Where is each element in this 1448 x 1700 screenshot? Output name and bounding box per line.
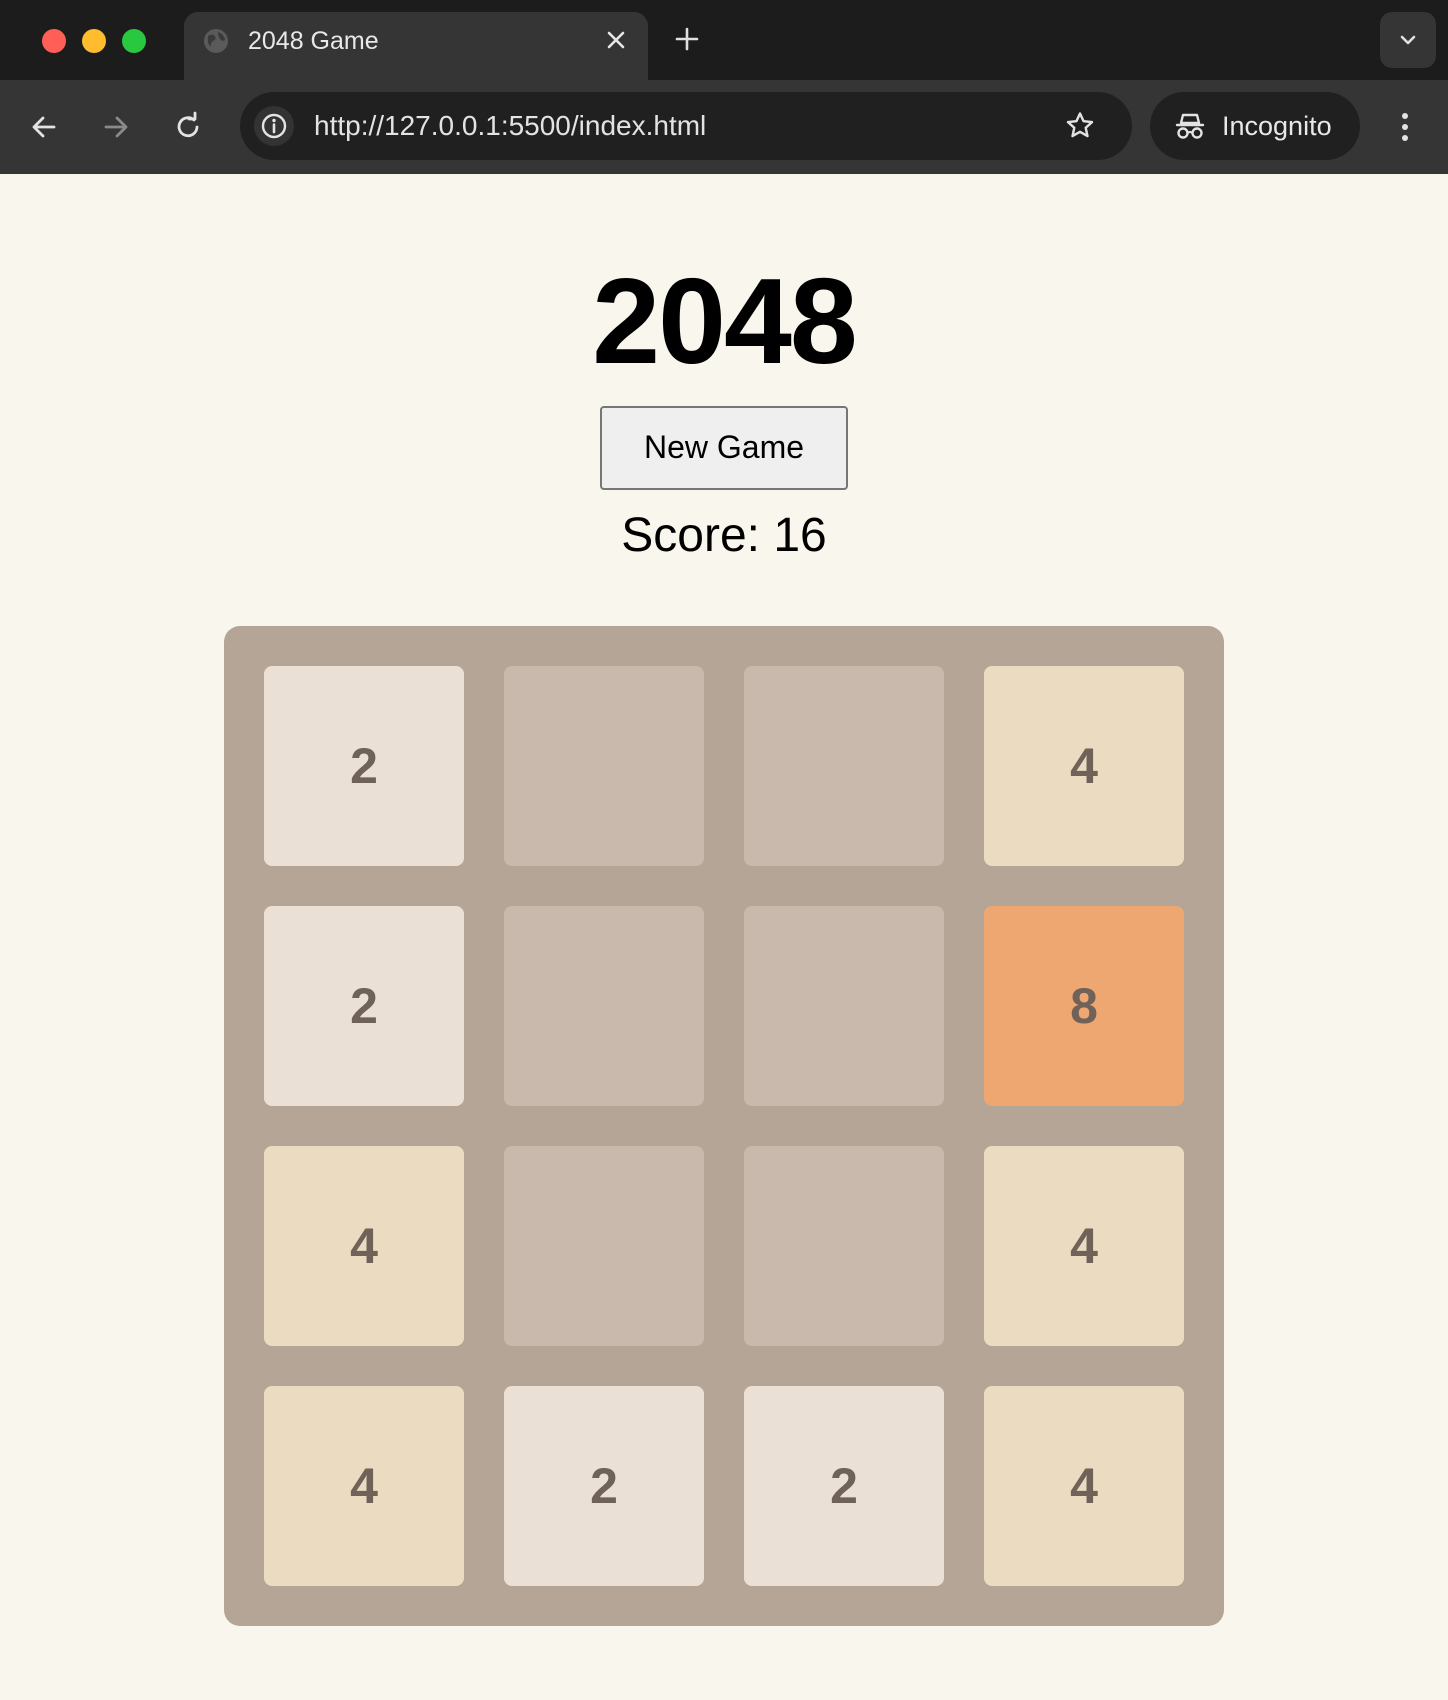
empty-tile	[744, 906, 944, 1106]
tab-bar: 2048 Game	[0, 0, 1448, 80]
back-arrow-icon[interactable]	[26, 109, 62, 145]
tile-2: 2	[264, 666, 464, 866]
tab-title: 2048 Game	[248, 27, 379, 55]
empty-tile	[744, 1146, 944, 1346]
game-title: 2048	[592, 253, 857, 389]
tab-search-button[interactable]	[1380, 12, 1436, 68]
tile-4: 4	[984, 1146, 1184, 1346]
url-text[interactable]: http://127.0.0.1:5500/index.html	[314, 109, 706, 143]
score-display: Score: 16	[621, 509, 827, 562]
tile-2: 2	[264, 906, 464, 1106]
empty-tile	[504, 906, 704, 1106]
new-game-button[interactable]: New Game	[600, 406, 848, 490]
browser-window: 2048 Game http://127.0.0.1:5500/index.ht…	[0, 0, 1448, 1700]
empty-tile	[504, 1146, 704, 1346]
game-board: 2 4 2 8 4 4 4 2 2 4	[224, 626, 1224, 1626]
minimize-window-button[interactable]	[82, 29, 106, 53]
tile-8: 8	[984, 906, 1184, 1106]
tile-4: 4	[264, 1146, 464, 1346]
incognito-indicator[interactable]: Incognito	[1150, 92, 1360, 160]
empty-tile	[744, 666, 944, 866]
close-tab-icon[interactable]	[602, 26, 630, 54]
page-content: 2048 New Game Score: 16 2 4 2 8 4 4 4 2 …	[0, 174, 1448, 1700]
browser-toolbar: http://127.0.0.1:5500/index.html Incogni…	[0, 80, 1448, 174]
tile-4: 4	[984, 666, 1184, 866]
active-tab[interactable]: 2048 Game	[184, 12, 648, 80]
incognito-label: Incognito	[1222, 111, 1332, 141]
reload-icon[interactable]	[170, 109, 206, 145]
more-options-icon[interactable]	[1390, 108, 1420, 146]
chevron-down-icon	[1400, 35, 1416, 45]
new-tab-icon[interactable]	[672, 24, 702, 54]
zoom-window-button[interactable]	[122, 29, 146, 53]
empty-tile	[504, 666, 704, 866]
tile-2: 2	[504, 1386, 704, 1586]
incognito-icon	[1175, 113, 1205, 139]
tile-2: 2	[744, 1386, 944, 1586]
site-info-button[interactable]	[254, 106, 294, 146]
tile-4: 4	[984, 1386, 1184, 1586]
globe-icon	[204, 29, 228, 53]
forward-arrow-icon[interactable]	[98, 109, 134, 145]
close-window-button[interactable]	[42, 29, 66, 53]
bookmark-star-icon[interactable]	[1064, 110, 1096, 142]
address-bar[interactable]: http://127.0.0.1:5500/index.html	[240, 92, 1132, 160]
tile-4: 4	[264, 1386, 464, 1586]
info-icon	[261, 113, 287, 139]
